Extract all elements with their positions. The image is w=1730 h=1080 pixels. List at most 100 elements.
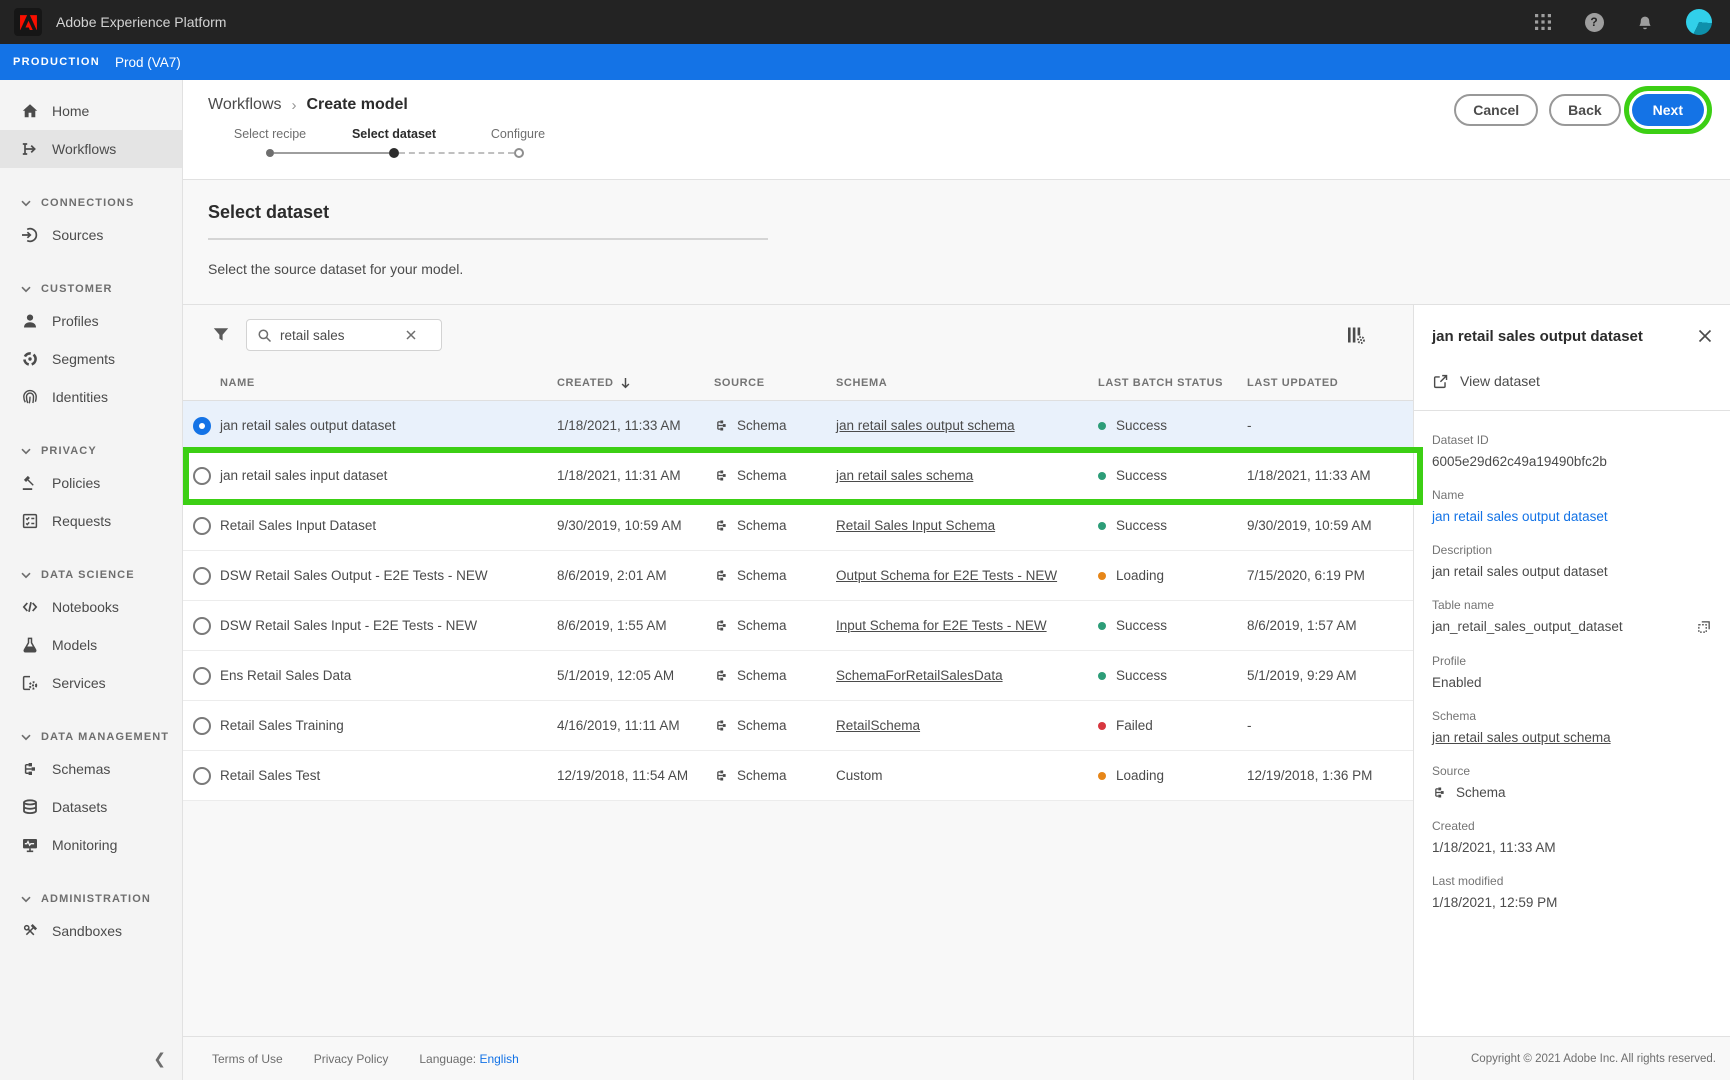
dataset-detail-panel: jan retail sales output dataset View dat…: [1413, 305, 1730, 1080]
external-link-icon: [1432, 373, 1449, 390]
adobe-logo-icon: [20, 15, 37, 30]
adobe-logo[interactable]: [14, 8, 42, 36]
column-header-last-updated[interactable]: LAST UPDATED: [1247, 377, 1413, 389]
notifications-bell-icon[interactable]: [1635, 12, 1655, 32]
environment-selector[interactable]: Prod (VA7): [115, 55, 181, 70]
terms-of-use-link[interactable]: Terms of Use: [212, 1052, 283, 1066]
dataset-radio[interactable]: [193, 517, 211, 535]
panel-schema-link[interactable]: jan retail sales output schema: [1432, 730, 1712, 745]
sidebar-item-identities[interactable]: Identities: [0, 378, 182, 416]
column-header-name[interactable]: NAME: [220, 377, 557, 389]
dataset-name: Ens Retail Sales Data: [220, 668, 557, 683]
sidebar-section-data-management[interactable]: DATA MANAGEMENT: [0, 724, 182, 750]
sidebar-item-label: Identities: [52, 389, 108, 405]
status-dot-success: [1098, 472, 1106, 480]
policies-icon: [21, 474, 39, 492]
chevron-down-icon: [21, 200, 31, 207]
sidebar-item-label: Policies: [52, 475, 100, 491]
sidebar-item-schemas[interactable]: Schemas: [0, 750, 182, 788]
column-settings-icon[interactable]: [1345, 325, 1366, 345]
column-header-source[interactable]: SOURCE: [714, 377, 836, 389]
workflows-icon: [21, 140, 39, 158]
dataset-radio[interactable]: [193, 767, 211, 785]
table-row[interactable]: Retail Sales Test 12/19/2018, 11:54 AM S…: [183, 751, 1413, 801]
filter-funnel-icon[interactable]: [212, 327, 230, 343]
table-header-row: NAME CREATED SOURCE SCHEMA LAST BATCH ST…: [183, 365, 1413, 401]
dataset-radio[interactable]: [193, 717, 211, 735]
table-row[interactable]: Retail Sales Training 4/16/2019, 11:11 A…: [183, 701, 1413, 751]
close-icon[interactable]: [1698, 329, 1712, 343]
breadcrumb-workflows[interactable]: Workflows: [208, 96, 282, 114]
chevron-down-icon: [21, 448, 31, 455]
cancel-button[interactable]: Cancel: [1454, 94, 1538, 126]
sidebar-item-segments[interactable]: Segments: [0, 340, 182, 378]
section-rule: [208, 238, 768, 240]
sidebar-section-data-science[interactable]: DATA SCIENCE: [0, 562, 182, 588]
schema-link[interactable]: jan retail sales schema: [836, 468, 973, 483]
sidebar-item-services[interactable]: Services: [0, 664, 182, 702]
privacy-policy-link[interactable]: Privacy Policy: [314, 1052, 389, 1066]
sidebar-item-models[interactable]: Models: [0, 626, 182, 664]
dataset-created: 12/19/2018, 11:54 AM: [557, 768, 714, 783]
sidebar-item-profiles[interactable]: Profiles: [0, 302, 182, 340]
table-row[interactable]: Ens Retail Sales Data 5/1/2019, 12:05 AM…: [183, 651, 1413, 701]
dataset-name: Retail Sales Input Dataset: [220, 518, 557, 533]
sidebar-section-connections[interactable]: CONNECTIONS: [0, 190, 182, 216]
table-toolbar: [183, 305, 1413, 365]
dataset-radio[interactable]: [193, 667, 211, 685]
dataset-name-link[interactable]: jan retail sales output dataset: [1432, 509, 1712, 524]
sidebar-item-sandboxes[interactable]: Sandboxes: [0, 912, 182, 950]
table-row[interactable]: jan retail sales input dataset 1/18/2021…: [183, 451, 1413, 501]
sidebar-item-requests[interactable]: Requests: [0, 502, 182, 540]
schema-link[interactable]: Output Schema for E2E Tests - NEW: [836, 568, 1057, 583]
sidebar-item-label: Sources: [52, 227, 103, 243]
table-row[interactable]: Retail Sales Input Dataset 9/30/2019, 10…: [183, 501, 1413, 551]
status-label: Success: [1116, 468, 1167, 483]
language-link[interactable]: English: [479, 1052, 518, 1066]
sidebar-item-policies[interactable]: Policies: [0, 464, 182, 502]
sidebar-item-workflows[interactable]: Workflows: [0, 130, 182, 168]
sidebar-section-privacy[interactable]: PRIVACY: [0, 438, 182, 464]
clear-search-icon[interactable]: [406, 330, 416, 340]
copy-icon[interactable]: [1696, 619, 1712, 635]
schema-link[interactable]: jan retail sales output schema: [836, 418, 1015, 433]
sidebar-collapse-chevron[interactable]: ❮: [153, 1050, 166, 1068]
field-last-modified: Last modified 1/18/2021, 12:59 PM: [1432, 874, 1712, 910]
view-dataset-button[interactable]: View dataset: [1432, 373, 1712, 390]
dataset-last-updated: 9/30/2019, 10:59 AM: [1247, 518, 1413, 533]
sidebar-item-home[interactable]: Home: [0, 92, 182, 130]
sort-descending-icon[interactable]: [620, 377, 631, 389]
dataset-radio[interactable]: [193, 567, 211, 585]
sources-icon: [21, 226, 39, 244]
sidebar-section-administration[interactable]: ADMINISTRATION: [0, 886, 182, 912]
dataset-radio[interactable]: [193, 617, 211, 635]
column-header-last-batch-status[interactable]: LAST BATCH STATUS: [1098, 377, 1247, 389]
user-avatar[interactable]: [1686, 9, 1712, 35]
schema-link[interactable]: Input Schema for E2E Tests - NEW: [836, 618, 1047, 633]
schema-link[interactable]: SchemaForRetailSalesData: [836, 668, 1003, 683]
sidebar-item-notebooks[interactable]: Notebooks: [0, 588, 182, 626]
sidebar-item-datasets[interactable]: Datasets: [0, 788, 182, 826]
table-row[interactable]: jan retail sales output dataset 1/18/202…: [183, 401, 1413, 451]
table-row[interactable]: DSW Retail Sales Output - E2E Tests - NE…: [183, 551, 1413, 601]
help-icon[interactable]: ?: [1584, 12, 1604, 32]
sidebar-item-monitoring[interactable]: Monitoring: [0, 826, 182, 864]
back-button[interactable]: Back: [1549, 94, 1620, 126]
sidebar-section-customer[interactable]: CUSTOMER: [0, 276, 182, 302]
schema-source-icon: [714, 618, 729, 633]
dataset-created: 4/16/2019, 11:11 AM: [557, 718, 714, 733]
dataset-radio[interactable]: [193, 467, 211, 485]
column-header-schema[interactable]: SCHEMA: [836, 377, 1098, 389]
schema-link[interactable]: RetailSchema: [836, 718, 920, 733]
search-input[interactable]: [280, 328, 398, 343]
app-grid-icon[interactable]: [1533, 12, 1553, 32]
status-label: Failed: [1116, 718, 1153, 733]
app-title: Adobe Experience Platform: [56, 14, 226, 30]
footer: Terms of Use Privacy Policy Language: En…: [183, 1036, 1413, 1080]
column-header-created[interactable]: CREATED: [557, 377, 614, 389]
schema-link[interactable]: Retail Sales Input Schema: [836, 518, 995, 533]
table-row[interactable]: DSW Retail Sales Input - E2E Tests - NEW…: [183, 601, 1413, 651]
dataset-radio-selected[interactable]: [193, 417, 211, 435]
next-button[interactable]: Next: [1632, 94, 1704, 126]
sidebar-item-sources[interactable]: Sources: [0, 216, 182, 254]
